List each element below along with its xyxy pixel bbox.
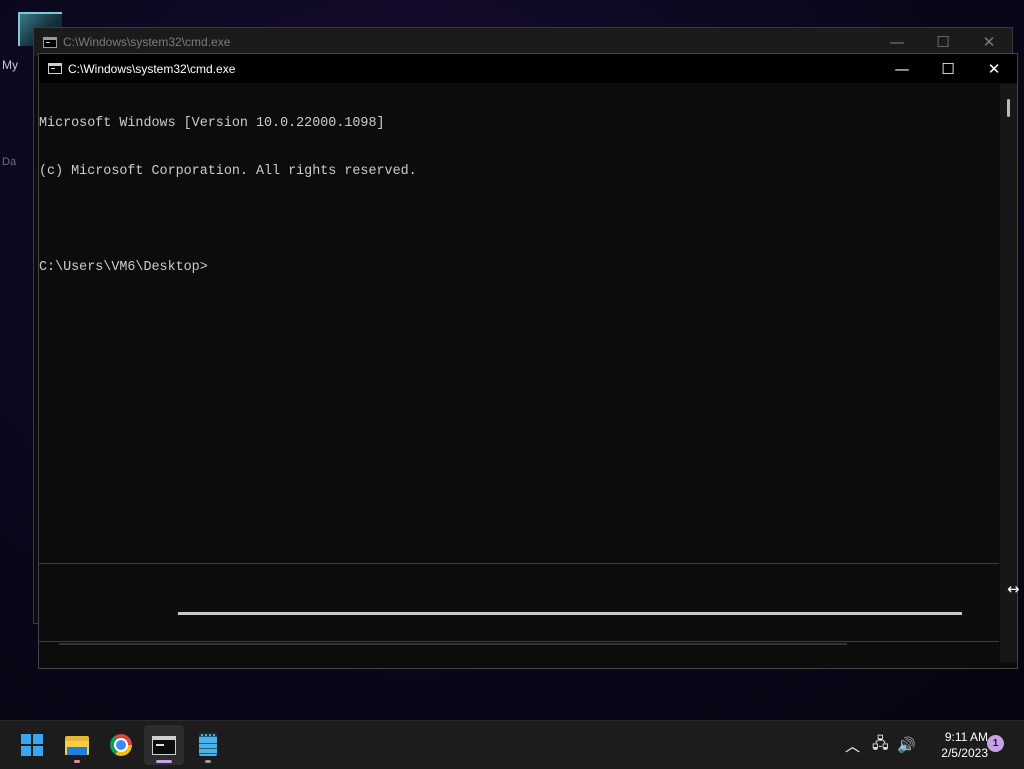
resize-cursor-icon: ↔ (1007, 580, 1020, 598)
running-indicator (205, 760, 211, 763)
taskbar-command-prompt[interactable] (144, 725, 184, 765)
taskbar-notepad[interactable] (188, 725, 228, 765)
chevron-up-icon: ︿ (845, 736, 861, 755)
console-output[interactable]: Microsoft Windows [Version 10.0.22000.10… (39, 84, 999, 564)
start-button[interactable] (12, 725, 52, 765)
console-prompt[interactable]: C:\Users\VM6\Desktop> (39, 260, 999, 276)
taskbar-clock[interactable]: 9:11 AM 2/5/2023 (924, 729, 988, 761)
notification-badge[interactable]: 1 (987, 735, 1004, 752)
taskbar-chrome[interactable] (101, 725, 141, 765)
active-cmd-window[interactable]: C:\Windows\system32\cmd.exe — ☐ ✕ Micros… (38, 53, 1018, 669)
volume-button[interactable]: 🔊 (897, 721, 917, 769)
network-status-button[interactable]: 🖧 (872, 721, 892, 769)
horizontal-scroll-thumb[interactable] (178, 612, 962, 615)
desktop-background: My Da C:\Windows\system32\cmd.exe — ☐ ✕ … (0, 0, 1024, 720)
maximize-button[interactable]: ☐ (925, 55, 971, 83)
close-button[interactable]: ✕ (966, 28, 1012, 56)
horizontal-scroll-track (59, 643, 847, 645)
window-title: C:\Windows\system32\cmd.exe (63, 35, 231, 49)
active-window-titlebar[interactable]: C:\Windows\system32\cmd.exe — ☐ ✕ (39, 54, 1017, 83)
desktop-icon-label: My (2, 58, 18, 72)
console-line: (c) Microsoft Corporation. All rights re… (39, 164, 417, 179)
cmd-window-icon (48, 63, 62, 74)
clock-time: 9:11 AM (944, 730, 988, 744)
notepad-icon (199, 732, 217, 756)
folder-icon (65, 735, 89, 755)
taskbar: ︿ 🖧 🔊 9:11 AM 2/5/2023 (0, 720, 1024, 769)
background-window-titlebar[interactable]: C:\Windows\system32\cmd.exe — ☐ ✕ (34, 28, 1012, 56)
active-indicator (156, 760, 172, 763)
chrome-icon (110, 734, 132, 756)
speaker-icon: 🔊 (897, 736, 916, 754)
window-title: C:\Windows\system32\cmd.exe (68, 61, 236, 76)
cmd-icon (152, 735, 176, 755)
taskbar-file-explorer[interactable] (57, 725, 97, 765)
maximize-button[interactable]: ☐ (920, 28, 966, 56)
vertical-scroll-thumb[interactable] (1007, 99, 1010, 117)
vertical-scrollbar[interactable] (1000, 84, 1017, 662)
tray-overflow-button[interactable]: ︿ (845, 721, 865, 769)
console-line: Microsoft Windows [Version 10.0.22000.10… (39, 116, 385, 131)
network-icon: 🖧 (872, 733, 889, 752)
running-indicator (74, 760, 80, 763)
desktop-icon-label-2: Da (2, 156, 17, 168)
minimize-button[interactable]: — (874, 28, 920, 56)
windows-logo-icon (21, 734, 43, 756)
minimize-button[interactable]: — (879, 55, 925, 83)
cmd-window-icon (43, 36, 57, 48)
close-button[interactable]: ✕ (971, 55, 1017, 83)
console-lower-pane (39, 564, 999, 642)
clock-date: 2/5/2023 (941, 746, 988, 760)
